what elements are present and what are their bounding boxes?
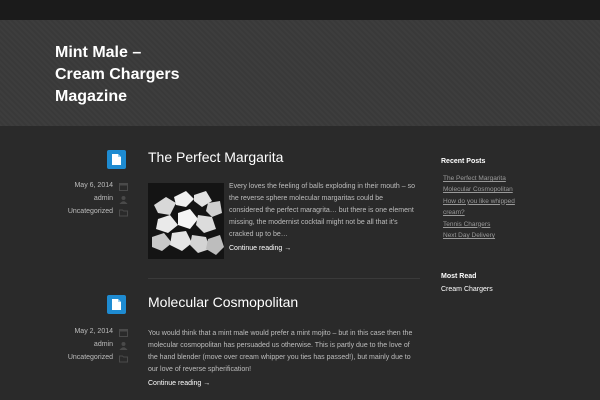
recent-post-link[interactable]: How do you like whipped bbox=[441, 196, 581, 207]
post-category[interactable]: Uncategorized bbox=[50, 353, 130, 365]
post-title[interactable]: Molecular Cosmopolitan bbox=[148, 294, 298, 310]
user-icon bbox=[119, 196, 128, 204]
most-read-widget: Most Read Cream Chargers bbox=[441, 273, 493, 293]
continue-reading-link[interactable]: Continue reading → bbox=[229, 245, 291, 252]
post-author[interactable]: admin bbox=[50, 340, 130, 352]
most-read-item[interactable]: Cream Chargers bbox=[441, 286, 493, 293]
category-text: Uncategorized bbox=[67, 208, 113, 215]
post-title[interactable]: The Perfect Margarita bbox=[148, 149, 283, 165]
post-separator bbox=[148, 278, 420, 279]
recent-post-link[interactable]: Tennis Chargers bbox=[441, 219, 581, 230]
post-excerpt: You would think that a mint male would p… bbox=[148, 330, 413, 373]
recent-post-link[interactable]: Molecular Cosmopolitan bbox=[441, 184, 581, 195]
most-read-title: Most Read bbox=[441, 273, 477, 280]
document-icon bbox=[107, 295, 126, 314]
continue-reading-link[interactable]: Continue reading → bbox=[148, 380, 210, 387]
recent-post-link[interactable]: Next Day Delivery bbox=[441, 230, 581, 241]
site-title[interactable]: Mint Male – Cream Chargers Magazine bbox=[55, 42, 295, 108]
top-bar bbox=[0, 0, 600, 20]
folder-icon bbox=[119, 209, 128, 217]
document-icon bbox=[107, 150, 126, 169]
recent-post-link[interactable]: cream? bbox=[441, 207, 581, 218]
post-category[interactable]: Uncategorized bbox=[50, 207, 130, 219]
post-date[interactable]: May 2, 2014 bbox=[50, 327, 130, 339]
category-text: Uncategorized bbox=[67, 354, 113, 361]
post-author[interactable]: admin bbox=[50, 194, 130, 206]
user-icon bbox=[119, 342, 128, 350]
site-header: Mint Male – Cream Chargers Magazine bbox=[0, 20, 600, 126]
sidebar: Recent Posts The Perfect Margarita Molec… bbox=[441, 158, 581, 293]
post-excerpt: Every loves the feeling of balls explodi… bbox=[229, 183, 415, 238]
folder-icon bbox=[119, 355, 128, 363]
date-text: May 2, 2014 bbox=[74, 328, 113, 335]
recent-posts-list: The Perfect Margarita Molecular Cosmopol… bbox=[441, 173, 581, 241]
date-text: May 6, 2014 bbox=[74, 182, 113, 189]
calendar-icon bbox=[119, 329, 128, 337]
recent-post-link[interactable]: The Perfect Margarita bbox=[441, 173, 581, 184]
recent-posts-title: Recent Posts bbox=[441, 158, 486, 165]
author-text: admin bbox=[93, 341, 113, 348]
post-date[interactable]: May 6, 2014 bbox=[50, 181, 130, 193]
calendar-icon bbox=[119, 183, 128, 191]
author-text: admin bbox=[93, 195, 113, 202]
post-thumbnail[interactable] bbox=[148, 183, 224, 259]
